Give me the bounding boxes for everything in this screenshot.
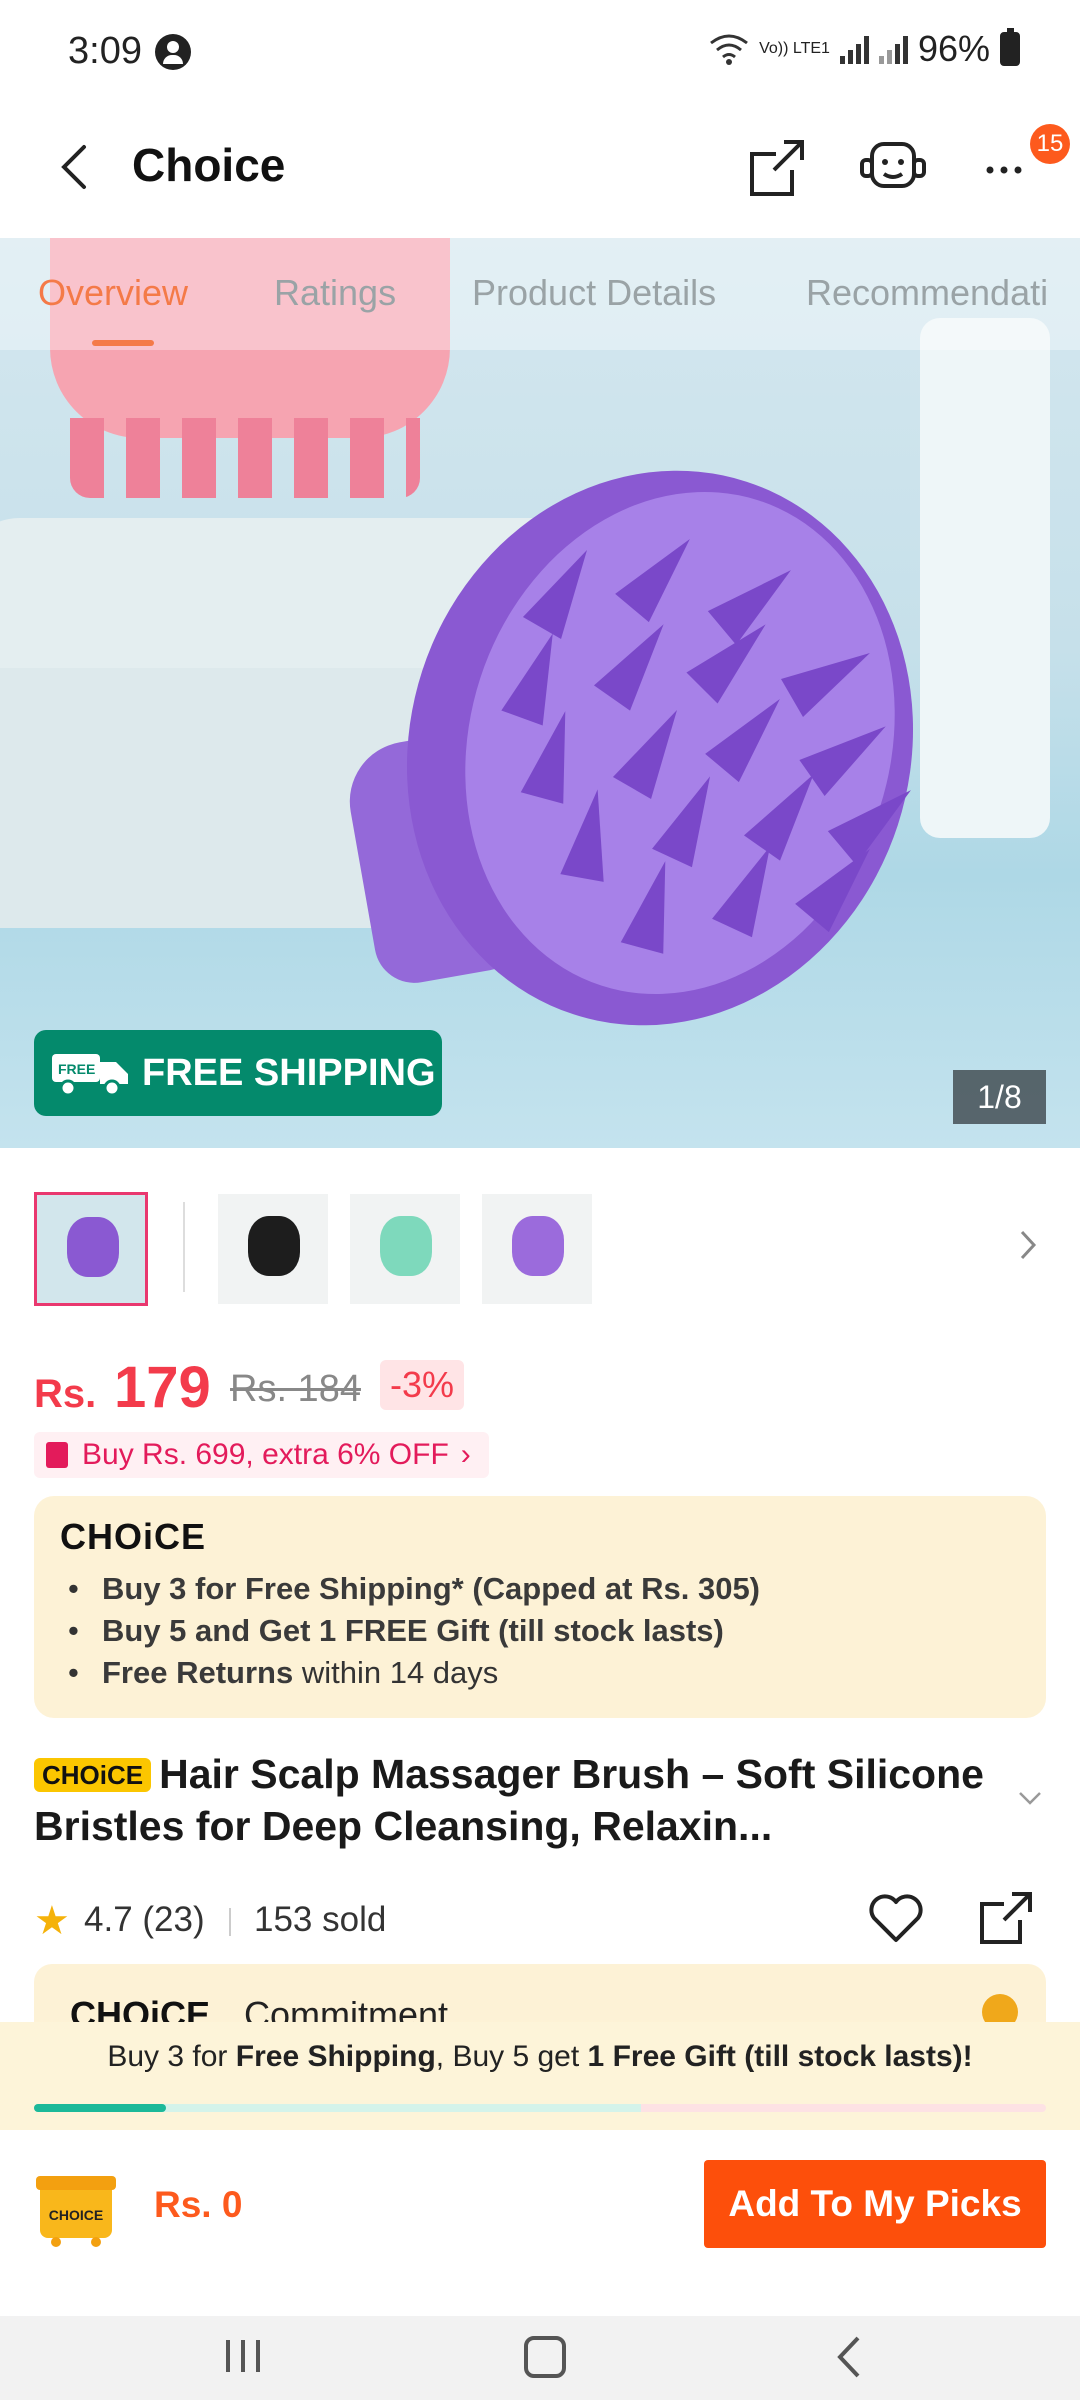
notification-badge: 15 [1030, 124, 1070, 164]
tab-ratings[interactable]: Ratings [274, 272, 396, 314]
choice-commitment-card[interactable]: CHOiCE Commitment [34, 1964, 1046, 2024]
rating-row: ★ 4.7 (23) 153 sold [34, 1888, 1046, 1948]
benefit-item: Free Returns within 14 days [68, 1652, 760, 1694]
pink-brush-bristles [70, 418, 420, 498]
benefit-text: Buy 5 and Get 1 FREE Gift (till stock la… [102, 1613, 724, 1648]
benefit-item: Buy 5 and Get 1 FREE Gift (till stock la… [68, 1610, 760, 1652]
share-icon[interactable] [976, 1888, 1036, 1948]
ship-text-bold-1: Free Shipping [235, 2040, 436, 2073]
thumbnail-2[interactable] [218, 1194, 328, 1304]
chevron-right-icon [982, 1994, 1018, 2024]
promo-text: Buy Rs. 699, extra 6% OFF [82, 1438, 449, 1471]
thumbnail-4[interactable] [482, 1194, 592, 1304]
sold-count: 153 sold [254, 1900, 387, 1939]
price-currency: Rs. [34, 1372, 97, 1416]
thumbnail-brush-2 [248, 1216, 300, 1276]
active-tab-indicator [92, 340, 154, 346]
system-nav-bar [0, 2316, 1080, 2400]
promo-coupon[interactable]: Buy Rs. 699, extra 6% OFF › [34, 1432, 489, 1478]
app-header: Choice 15 [0, 100, 1080, 238]
cart-label: CHOICE [49, 2207, 103, 2223]
recent-apps-icon[interactable] [222, 2336, 264, 2376]
add-to-my-picks-button[interactable]: Add To My Picks [704, 2160, 1046, 2248]
back-arrow-icon[interactable] [54, 142, 94, 192]
free-shipping-badge: FREE FREE SHIPPING [34, 1030, 442, 1116]
ship-text-2: , Buy 5 get [435, 2040, 588, 2073]
benefit-item: Buy 3 for Free Shipping* (Capped at Rs. … [68, 1568, 760, 1610]
customer-service-icon[interactable] [856, 130, 930, 204]
picks-total: Rs. 0 [154, 2184, 243, 2225]
signal-icon [839, 34, 869, 64]
free-shipping-text: FREE SHIPPING [142, 1051, 436, 1094]
benefit-detail: within 14 days [293, 1655, 499, 1690]
image-counter: 1/8 [953, 1070, 1046, 1124]
battery-percent: 96% [917, 28, 990, 69]
account-icon [155, 34, 191, 70]
status-bar: 3:09 Vo)) LTE1 96% [0, 0, 1080, 100]
benefit-text: Buy 3 for Free Shipping* (Capped at Rs. … [102, 1571, 761, 1606]
thumbnail-brush-4 [512, 1216, 564, 1276]
tab-overview[interactable]: Overview [38, 272, 188, 314]
tab-recommendations[interactable]: Recommendati [806, 272, 1048, 314]
star-icon: ★ [34, 1899, 70, 1943]
battery-icon [1000, 28, 1020, 66]
wifi-icon [710, 34, 749, 65]
product-title-block[interactable]: CHOiCE Hair Scalp Massager Brush – Soft S… [34, 1748, 1014, 1852]
tab-product-details[interactable]: Product Details [472, 272, 716, 314]
truck-icon: FREE [52, 1054, 128, 1096]
choice-logo: CHOiCE [60, 1516, 207, 1557]
price-row: Rs. 179 Rs. 184 -3% [34, 1350, 1034, 1420]
status-icons: Vo)) LTE1 96% [709, 28, 1020, 70]
shipping-progress-track [34, 2104, 1046, 2112]
thumbnail-3[interactable] [350, 1194, 460, 1304]
background-bottle [920, 318, 1050, 838]
product-title-text: Hair Scalp Massager Brush – Soft Silicon… [34, 1751, 984, 1849]
bottom-action-bar: CHOICE Rs. 0 Add To My Picks [0, 2130, 1080, 2316]
home-icon[interactable] [524, 2336, 566, 2378]
chevron-down-icon[interactable] [1018, 1790, 1042, 1806]
coupon-icon [46, 1442, 68, 1468]
system-back-icon[interactable] [834, 2334, 862, 2380]
volte-indicator: Vo)) LTE1 [759, 40, 830, 57]
shipping-progress-fill [34, 2104, 166, 2112]
ship-text-1: Buy 3 for [107, 2040, 236, 2073]
commitment-label: Commitment [244, 1994, 449, 2024]
rating-value[interactable]: 4.7 (23) [84, 1900, 205, 1940]
choice-badge: CHOiCE [34, 1758, 152, 1792]
choice-cart-icon[interactable]: CHOICE [34, 2168, 118, 2248]
share-icon[interactable] [740, 130, 814, 204]
free-badge-text: FREE [58, 1061, 95, 1077]
chevron-right-icon: › [460, 1438, 471, 1471]
benefit-text: Free Returns [102, 1655, 294, 1690]
ship-text-bold-2: 1 Free Gift (till stock lasts)! [587, 2040, 973, 2073]
choice-benefits-box: CHOiCE Buy 3 for Free Shipping* (Capped … [34, 1496, 1046, 1718]
section-tabs: Overview Ratings Product Details Recomme… [0, 238, 1080, 350]
choice-logo: CHOiCE [70, 1994, 211, 2024]
chevron-right-icon[interactable] [1018, 1228, 1040, 1262]
divider [229, 1908, 231, 1936]
original-price: Rs. 184 [230, 1368, 361, 1410]
thumbnail-1[interactable] [34, 1192, 148, 1306]
status-time: 3:09 [68, 30, 142, 72]
wishlist-heart-icon[interactable] [866, 1888, 926, 1948]
product-image-gallery[interactable]: Overview Ratings Product Details Recomme… [0, 238, 1080, 1148]
page-title: Choice [132, 139, 286, 191]
thumbnail-strip [0, 1188, 1080, 1308]
thumbnail-divider [183, 1202, 185, 1292]
thumbnail-brush-3 [380, 1216, 432, 1276]
thumbnail-brush-1 [67, 1217, 119, 1277]
signal-icon-2 [878, 34, 908, 64]
shipping-progress-banner: Buy 3 for Free Shipping, Buy 5 get 1 Fre… [0, 2022, 1080, 2130]
discount-badge: -3% [380, 1360, 465, 1410]
benefits-list: Buy 3 for Free Shipping* (Capped at Rs. … [68, 1568, 760, 1694]
current-price: 179 [114, 1355, 211, 1420]
product-title: CHOiCE Hair Scalp Massager Brush – Soft S… [34, 1748, 1014, 1852]
shipping-progress-text: Buy 3 for Free Shipping, Buy 5 get 1 Fre… [0, 2040, 1080, 2074]
